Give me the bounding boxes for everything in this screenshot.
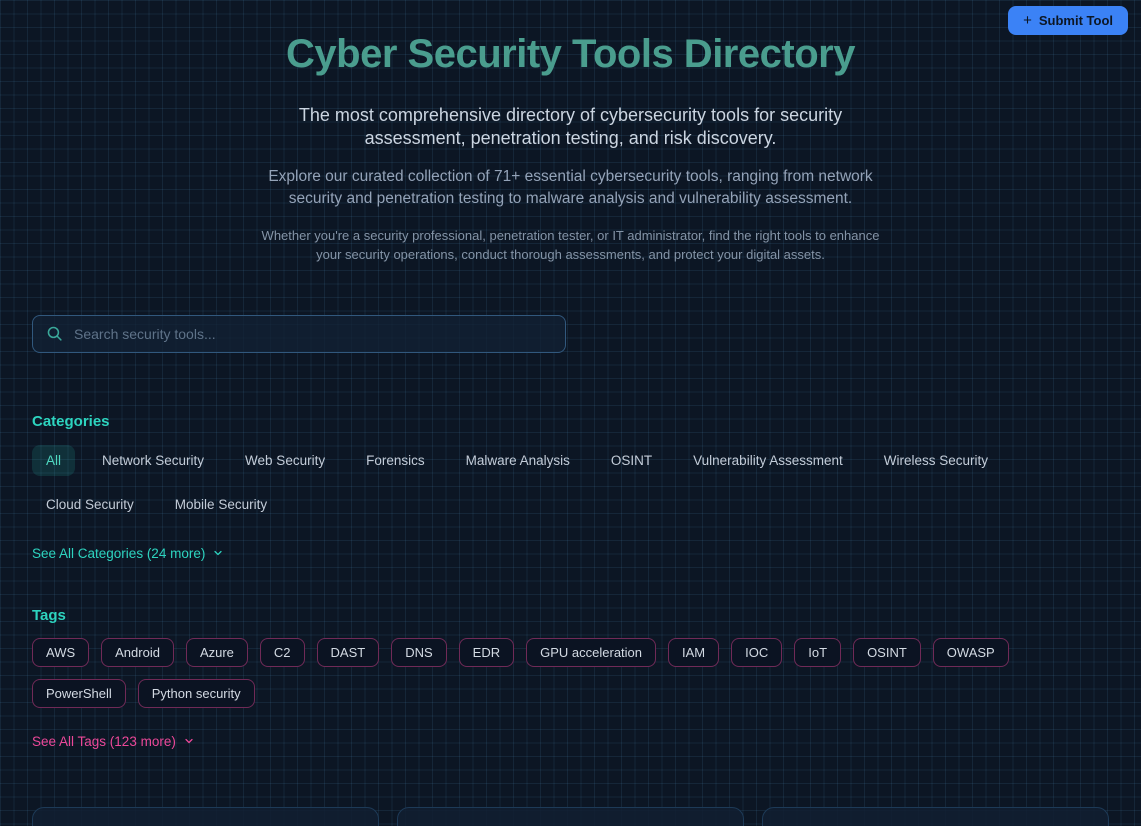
tag-pill[interactable]: DAST xyxy=(317,638,380,667)
category-pill[interactable]: Web Security xyxy=(231,445,339,476)
tag-pill[interactable]: Android xyxy=(101,638,174,667)
category-list: All Network Security Web Security Forensics… xyxy=(32,445,1109,520)
see-all-categories-label: See All Categories (24 more) xyxy=(32,546,205,561)
submit-tool-button[interactable]: + Submit Tool xyxy=(1008,6,1128,35)
hero-subtitle: The most comprehensive directory of cybe… xyxy=(298,104,843,149)
categories-heading: Categories xyxy=(32,413,1109,430)
page-title: Cyber Security Tools Directory xyxy=(32,32,1109,77)
category-pill[interactable]: Mobile Security xyxy=(161,489,281,520)
category-pill[interactable]: Malware Analysis xyxy=(452,445,584,476)
category-pill[interactable]: All xyxy=(32,445,75,476)
tags-section: Tags AWS Android Azure C2 DAST DNS EDR GPU acce… xyxy=(32,607,1109,751)
tag-pill[interactable]: OWASP xyxy=(933,638,1009,667)
search-bar[interactable] xyxy=(32,315,566,353)
tag-pill[interactable]: IAM xyxy=(668,638,719,667)
tag-pill[interactable]: OSINT xyxy=(853,638,921,667)
tag-pill[interactable]: IoT xyxy=(794,638,841,667)
tag-pill[interactable]: AWS xyxy=(32,638,89,667)
tags-heading: Tags xyxy=(32,607,1109,624)
tool-card[interactable]: Nmap Network security scanner for discov… xyxy=(32,807,379,826)
submit-tool-label: Submit Tool xyxy=(1039,13,1113,28)
tag-pill[interactable]: GPU acceleration xyxy=(526,638,656,667)
see-all-categories-link[interactable]: See All Categories (24 more) xyxy=(32,546,224,561)
tag-pill[interactable]: PowerShell xyxy=(32,679,126,708)
categories-section: Categories All Network Security Web Securi… xyxy=(32,413,1109,563)
category-pill[interactable]: Wireless Security xyxy=(870,445,1002,476)
search-input[interactable] xyxy=(74,326,552,342)
tag-pill[interactable]: Azure xyxy=(186,638,248,667)
tag-list: AWS Android Azure C2 DAST DNS EDR GPU accelerat… xyxy=(32,638,1109,708)
search-icon xyxy=(46,325,63,342)
hero-description: Explore our curated collection of 71+ es… xyxy=(258,166,883,211)
hero-tagline: Whether you're a security professional, … xyxy=(261,226,881,265)
tool-card[interactable]: Burp Suite Integrated platform for web a… xyxy=(762,807,1109,826)
plus-icon: + xyxy=(1023,13,1032,28)
tool-card-grid: Nmap Network security scanner for discov… xyxy=(32,807,1109,826)
chevron-down-icon xyxy=(183,735,195,747)
tag-pill[interactable]: DNS xyxy=(391,638,446,667)
chevron-down-icon xyxy=(212,547,224,559)
hero-section: + Submit Tool Cyber Security Tools Direc… xyxy=(32,0,1109,265)
category-pill[interactable]: Vulnerability Assessment xyxy=(679,445,857,476)
category-pill[interactable]: Forensics xyxy=(352,445,439,476)
category-pill[interactable]: Cloud Security xyxy=(32,489,148,520)
tool-card[interactable]: Wireshark Network protocol analyzer for … xyxy=(397,807,744,826)
cyber-security-tools-directory-page: + Submit Tool Cyber Security Tools Direc… xyxy=(0,0,1141,826)
see-all-tags-link[interactable]: See All Tags (123 more) xyxy=(32,734,195,749)
tag-pill[interactable]: EDR xyxy=(459,638,514,667)
tag-pill[interactable]: C2 xyxy=(260,638,305,667)
tag-pill[interactable]: IOC xyxy=(731,638,782,667)
category-pill[interactable]: Network Security xyxy=(88,445,218,476)
see-all-tags-label: See All Tags (123 more) xyxy=(32,734,176,749)
tag-pill[interactable]: Python security xyxy=(138,679,255,708)
category-pill[interactable]: OSINT xyxy=(597,445,666,476)
